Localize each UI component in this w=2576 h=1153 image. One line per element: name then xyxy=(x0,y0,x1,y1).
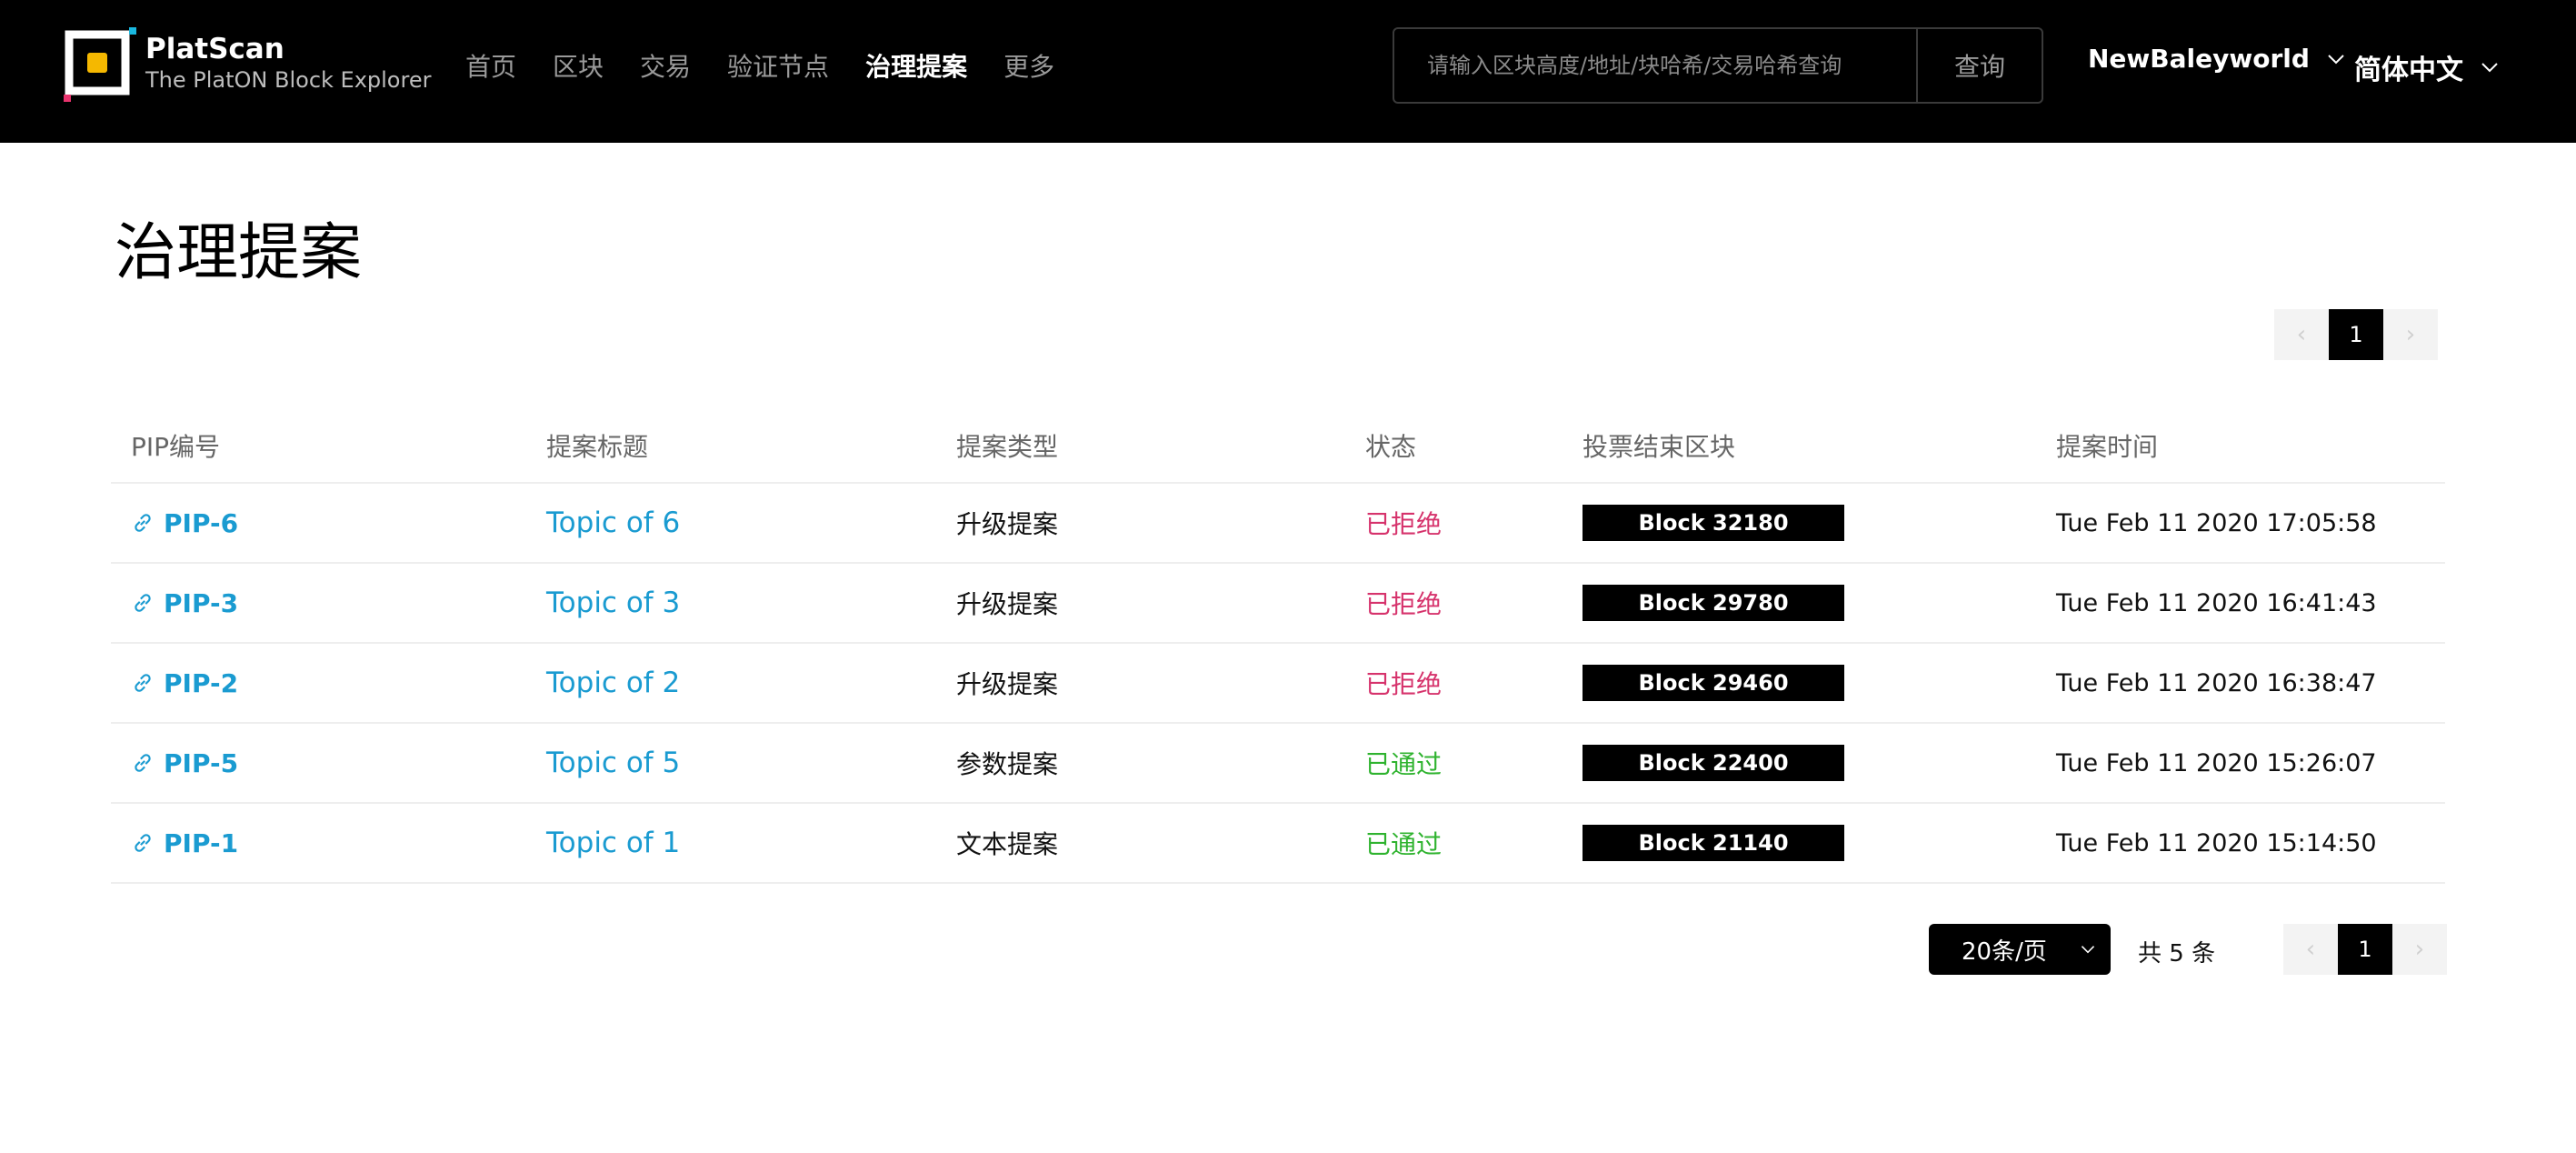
col-status: 状态 xyxy=(1365,432,1417,462)
link-icon xyxy=(135,754,151,772)
platscan-logo[interactable]: PlatScan The PlatON Block Explorer xyxy=(62,25,431,107)
link-icon xyxy=(135,514,151,532)
network-select[interactable]: NewBaleyworld xyxy=(2088,44,2346,74)
chevron-down-icon xyxy=(2081,946,2095,954)
page-1-button[interactable]: 1 xyxy=(2338,924,2392,975)
end-block-cell: Block 21140 xyxy=(1583,804,1844,882)
pip-id: PIP-1 xyxy=(164,827,239,858)
top-header: PlatScan The PlatON Block Explorer 首页 区块… xyxy=(0,0,2576,143)
status-badge: 已通过 xyxy=(1365,829,1443,859)
page-1-button[interactable]: 1 xyxy=(2329,309,2383,360)
col-end-block: 投票结束区块 xyxy=(1583,432,1736,462)
col-type: 提案类型 xyxy=(956,432,1059,462)
next-page-button[interactable]: › xyxy=(2392,924,2447,975)
proposal-type: 升级提案 xyxy=(956,589,1059,619)
end-block-button[interactable]: Block 32180 xyxy=(1583,505,1844,541)
prev-page-button[interactable]: ‹ xyxy=(2274,309,2329,360)
nav-blocks[interactable]: 区块 xyxy=(553,47,604,84)
pip-id: PIP-5 xyxy=(164,747,239,778)
col-title: 提案标题 xyxy=(546,432,649,462)
pip-link[interactable]: PIP-6 xyxy=(131,484,238,562)
table-row: PIP-6 Topic of 6 升级提案 已拒绝 Block 32180 Tu… xyxy=(111,484,2445,564)
pip-link[interactable]: PIP-5 xyxy=(131,724,238,802)
pip-id: PIP-2 xyxy=(164,667,239,698)
status-badge: 已通过 xyxy=(1365,749,1443,779)
next-page-button[interactable]: › xyxy=(2383,309,2438,360)
main-nav: 首页 区块 交易 验证节点 治理提案 更多 xyxy=(465,45,1091,85)
prev-page-button[interactable]: ‹ xyxy=(2283,924,2338,975)
topic-link[interactable]: Topic of 1 xyxy=(546,804,680,882)
col-pip: PIP编号 xyxy=(131,432,221,462)
network-label: NewBaleyworld xyxy=(2088,44,2310,74)
language-select[interactable]: 简体中文 xyxy=(2354,47,2500,87)
end-block-cell: Block 22400 xyxy=(1583,724,1844,802)
topic-link[interactable]: Topic of 2 xyxy=(546,644,680,722)
nav-validators[interactable]: 验证节点 xyxy=(727,47,829,84)
link-icon xyxy=(135,834,151,852)
proposal-type: 升级提案 xyxy=(956,669,1059,699)
platscan-logo-icon xyxy=(64,27,136,102)
top-pagination: ‹ 1 › xyxy=(2274,309,2438,360)
nav-home[interactable]: 首页 xyxy=(465,47,516,84)
end-block-button[interactable]: Block 29460 xyxy=(1583,665,1844,701)
table-row: PIP-2 Topic of 2 升级提案 已拒绝 Block 29460 Tu… xyxy=(111,644,2445,724)
search-button[interactable]: 查询 xyxy=(1916,29,2042,102)
proposal-time: Tue Feb 11 2020 15:14:50 xyxy=(2056,828,2377,857)
end-block-cell: Block 32180 xyxy=(1583,484,1844,562)
table-row: PIP-3 Topic of 3 升级提案 已拒绝 Block 29780 Tu… xyxy=(111,564,2445,644)
link-icon xyxy=(135,674,151,692)
topic-link[interactable]: Topic of 3 xyxy=(546,564,680,642)
end-block-button[interactable]: Block 29780 xyxy=(1583,585,1844,621)
page-size-select[interactable]: 20条/页 xyxy=(1929,924,2111,975)
proposal-type: 升级提案 xyxy=(956,509,1059,539)
chevron-down-icon xyxy=(2481,63,2498,73)
col-time: 提案时间 xyxy=(2056,432,2159,462)
end-block-button[interactable]: Block 22400 xyxy=(1583,745,1844,781)
topic-link[interactable]: Topic of 6 xyxy=(546,484,680,562)
end-block-button[interactable]: Block 21140 xyxy=(1583,825,1844,861)
nav-more[interactable]: 更多 xyxy=(1003,47,1054,84)
proposal-type: 文本提案 xyxy=(956,829,1059,859)
pip-link[interactable]: PIP-1 xyxy=(131,804,238,882)
chevron-down-icon xyxy=(2328,54,2344,64)
search-input[interactable] xyxy=(1394,29,1916,102)
table-row: PIP-1 Topic of 1 文本提案 已通过 Block 21140 Tu… xyxy=(111,804,2445,884)
proposal-type: 参数提案 xyxy=(956,749,1059,779)
status-badge: 已拒绝 xyxy=(1365,509,1443,539)
total-count: 共 5 条 xyxy=(2138,940,2216,968)
table-header: PIP编号 提案标题 提案类型 状态 投票结束区块 提案时间 xyxy=(111,411,2445,484)
proposal-time: Tue Feb 11 2020 16:38:47 xyxy=(2056,668,2377,697)
topic-link[interactable]: Topic of 5 xyxy=(546,724,680,802)
status-badge: 已拒绝 xyxy=(1365,669,1443,699)
pip-link[interactable]: PIP-3 xyxy=(131,564,238,642)
proposal-time: Tue Feb 11 2020 16:41:43 xyxy=(2056,588,2377,617)
logo-title: PlatScan xyxy=(145,33,285,65)
end-block-cell: Block 29780 xyxy=(1583,564,1844,642)
pip-link[interactable]: PIP-2 xyxy=(131,644,238,722)
page-size-label: 20条/页 xyxy=(1962,937,2047,966)
proposal-time: Tue Feb 11 2020 15:26:07 xyxy=(2056,748,2377,777)
table-body: PIP-6 Topic of 6 升级提案 已拒绝 Block 32180 Tu… xyxy=(111,484,2445,884)
proposals-table: PIP编号 提案标题 提案类型 状态 投票结束区块 提案时间 PIP-6 Top… xyxy=(111,411,2445,884)
logo-subtitle: The PlatON Block Explorer xyxy=(145,67,432,93)
bottom-pagination: ‹ 1 › xyxy=(2283,924,2447,975)
link-icon xyxy=(135,594,151,612)
language-label: 简体中文 xyxy=(2354,55,2463,86)
status-badge: 已拒绝 xyxy=(1365,589,1443,619)
end-block-cell: Block 29460 xyxy=(1583,644,1844,722)
nav-governance[interactable]: 治理提案 xyxy=(865,47,967,84)
pip-id: PIP-6 xyxy=(164,507,239,538)
pip-id: PIP-3 xyxy=(164,587,239,618)
search-bar: 查询 xyxy=(1393,27,2043,104)
page-title: 治理提案 xyxy=(115,217,363,289)
proposal-time: Tue Feb 11 2020 17:05:58 xyxy=(2056,508,2377,537)
nav-transactions[interactable]: 交易 xyxy=(640,47,691,84)
table-row: PIP-5 Topic of 5 参数提案 已通过 Block 22400 Tu… xyxy=(111,724,2445,804)
